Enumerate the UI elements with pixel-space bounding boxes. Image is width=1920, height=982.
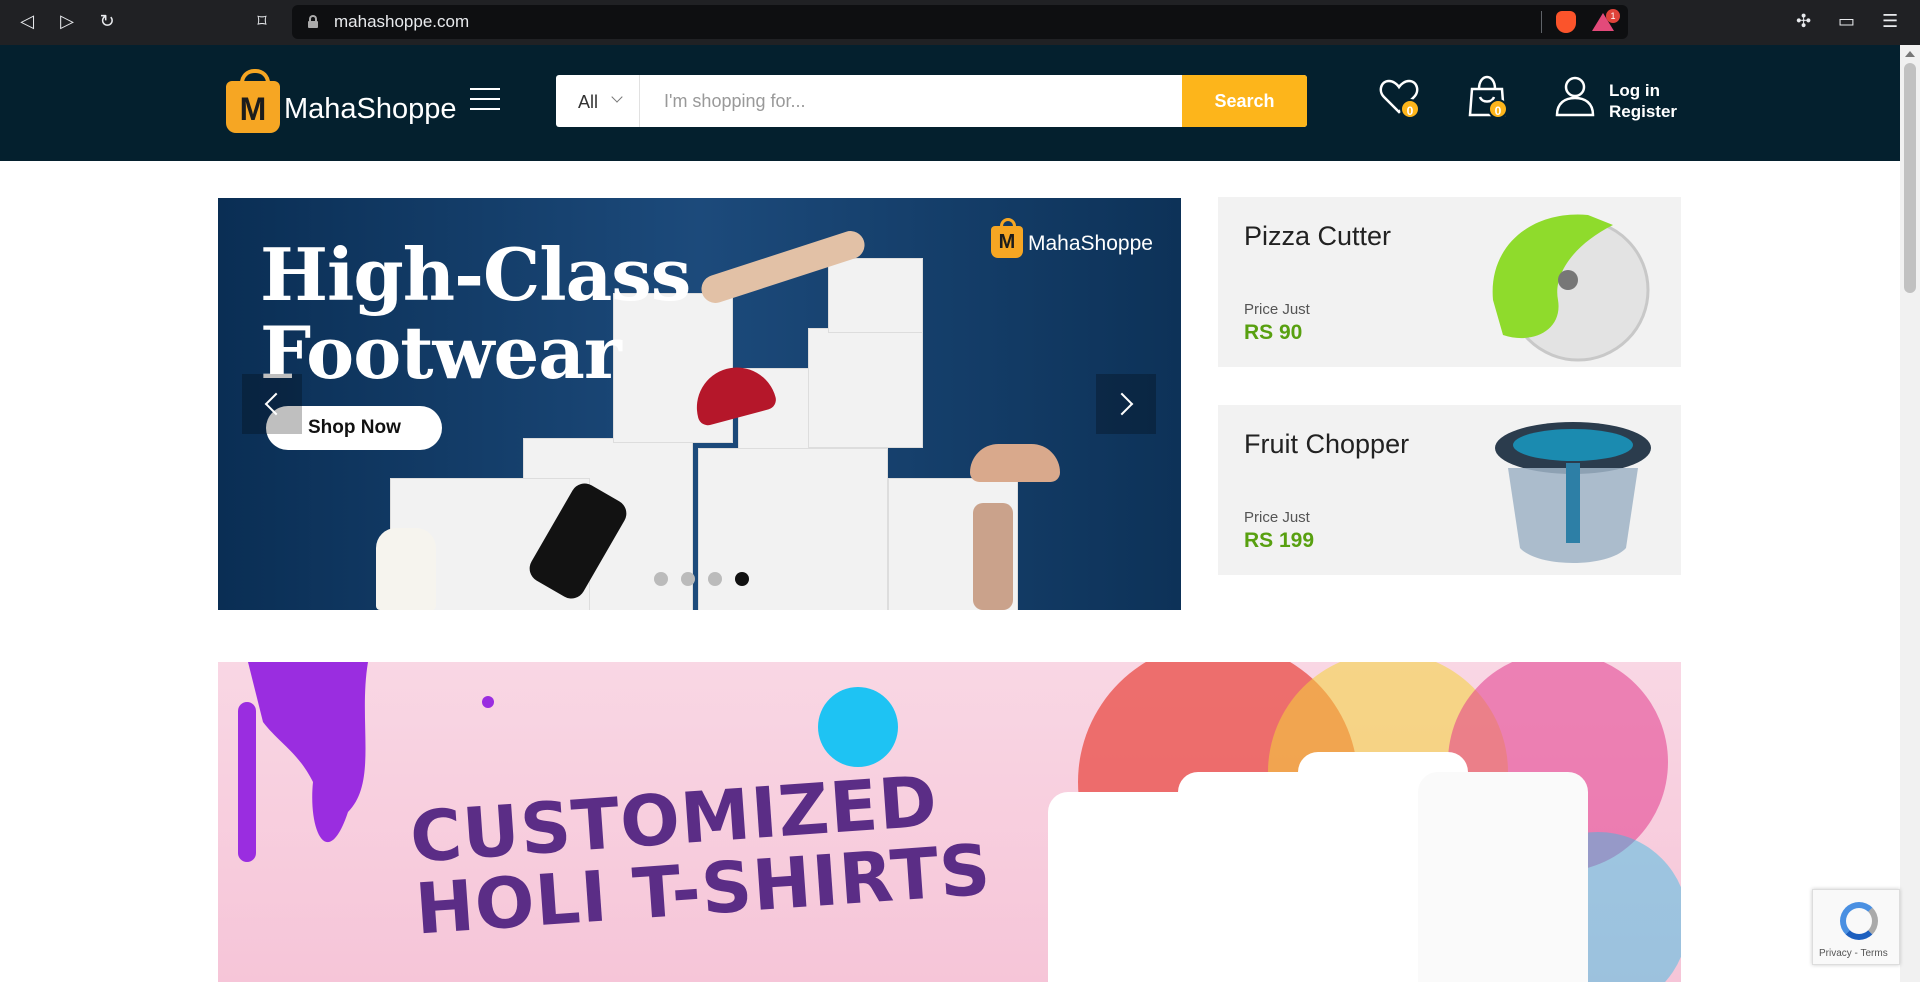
reload-icon[interactable]: ↻ [95, 10, 119, 34]
promo-title: Pizza Cutter [1244, 221, 1392, 251]
logo-text: MahaShoppe [284, 93, 457, 125]
back-icon[interactable]: ◁ [15, 10, 39, 34]
wallet-icon[interactable]: ▭ [1838, 11, 1855, 33]
wishlist-count-badge: 0 [1400, 99, 1420, 119]
hero-slider[interactable]: High-Class Footwear Shop Now M MahaShopp… [218, 198, 1181, 610]
page-scrollbar[interactable] [1900, 45, 1920, 982]
slider-dot-active[interactable] [735, 572, 749, 586]
menu-icon[interactable]: ☰ [1882, 11, 1898, 33]
pizza-cutter-image [1492, 214, 1650, 362]
search-bar: All Search [556, 75, 1307, 127]
fruit-chopper-image [1495, 422, 1651, 563]
promo-price-label: Price Just [1244, 301, 1310, 318]
promo-title: Fruit Chopper [1244, 429, 1410, 459]
scroll-up-icon[interactable] [1905, 51, 1915, 57]
promo-price: RS 90 [1244, 321, 1303, 344]
brave-shield-icon[interactable] [1556, 11, 1576, 33]
recaptcha-terms[interactable]: Privacy - Terms [1819, 948, 1888, 959]
slider-pagination [654, 572, 762, 586]
search-input[interactable] [640, 75, 1182, 127]
login-link[interactable]: Log in [1609, 80, 1677, 101]
promo-card-fruit-chopper[interactable]: Fruit Chopper Price Just RS 199 [1218, 405, 1681, 575]
chevron-down-icon [611, 91, 623, 103]
slider-next-arrow[interactable] [1096, 374, 1156, 434]
tshirt-image [1418, 772, 1588, 982]
account-button[interactable] [1554, 75, 1596, 122]
user-icon [1555, 76, 1595, 117]
address-bar[interactable]: mahashoppe.com 1 [292, 5, 1628, 39]
register-link[interactable]: Register [1609, 101, 1677, 122]
lock-icon [308, 15, 318, 28]
recaptcha-icon [1840, 902, 1878, 940]
divider [1541, 11, 1542, 33]
slider-dot[interactable] [708, 572, 722, 586]
slider-dot[interactable] [681, 572, 695, 586]
logo-bag-icon: M [226, 69, 280, 133]
forward-icon[interactable]: ▷ [55, 10, 79, 34]
wishlist-button[interactable]: 0 [1378, 75, 1420, 122]
cart-button[interactable]: 0 [1466, 75, 1508, 122]
bookmark-icon[interactable]: ⌑ [250, 10, 274, 34]
slider-dot[interactable] [654, 572, 668, 586]
site-header: M MahaShoppe All Search 0 0 Log in Regis… [0, 45, 1900, 161]
extensions-icon[interactable]: ✣ [1796, 11, 1811, 33]
promo-price-label: Price Just [1244, 509, 1310, 526]
search-button[interactable]: Search [1182, 75, 1307, 127]
cart-count-badge: 0 [1488, 99, 1508, 119]
slide-title: High-Class Footwear [260, 232, 691, 395]
scrollbar-thumb[interactable] [1904, 63, 1916, 293]
category-select[interactable]: All [556, 75, 640, 127]
site-logo[interactable]: M MahaShoppe [226, 69, 457, 137]
logo-bag-icon: M [991, 218, 1023, 258]
slider-prev-arrow[interactable] [242, 374, 302, 434]
hamburger-menu-icon[interactable] [470, 88, 500, 110]
account-links: Log in Register [1609, 80, 1677, 122]
slide-logo: M MahaShoppe [991, 216, 1153, 266]
holi-banner[interactable]: CUSTOMIZED HOLI T-SHIRTS [218, 662, 1681, 982]
url-text[interactable]: mahashoppe.com [334, 12, 469, 32]
promo-price: RS 199 [1244, 529, 1315, 552]
promo-card-pizza-cutter[interactable]: Pizza Cutter Price Just RS 90 [1218, 197, 1681, 367]
recaptcha-badge[interactable]: Privacy - Terms [1812, 889, 1900, 965]
browser-toolbar: ◁ ▷ ↻ ⌑ mahashoppe.com 1 ✣ ▭ ☰ [0, 0, 1920, 45]
rewards-badge: 1 [1606, 9, 1620, 23]
